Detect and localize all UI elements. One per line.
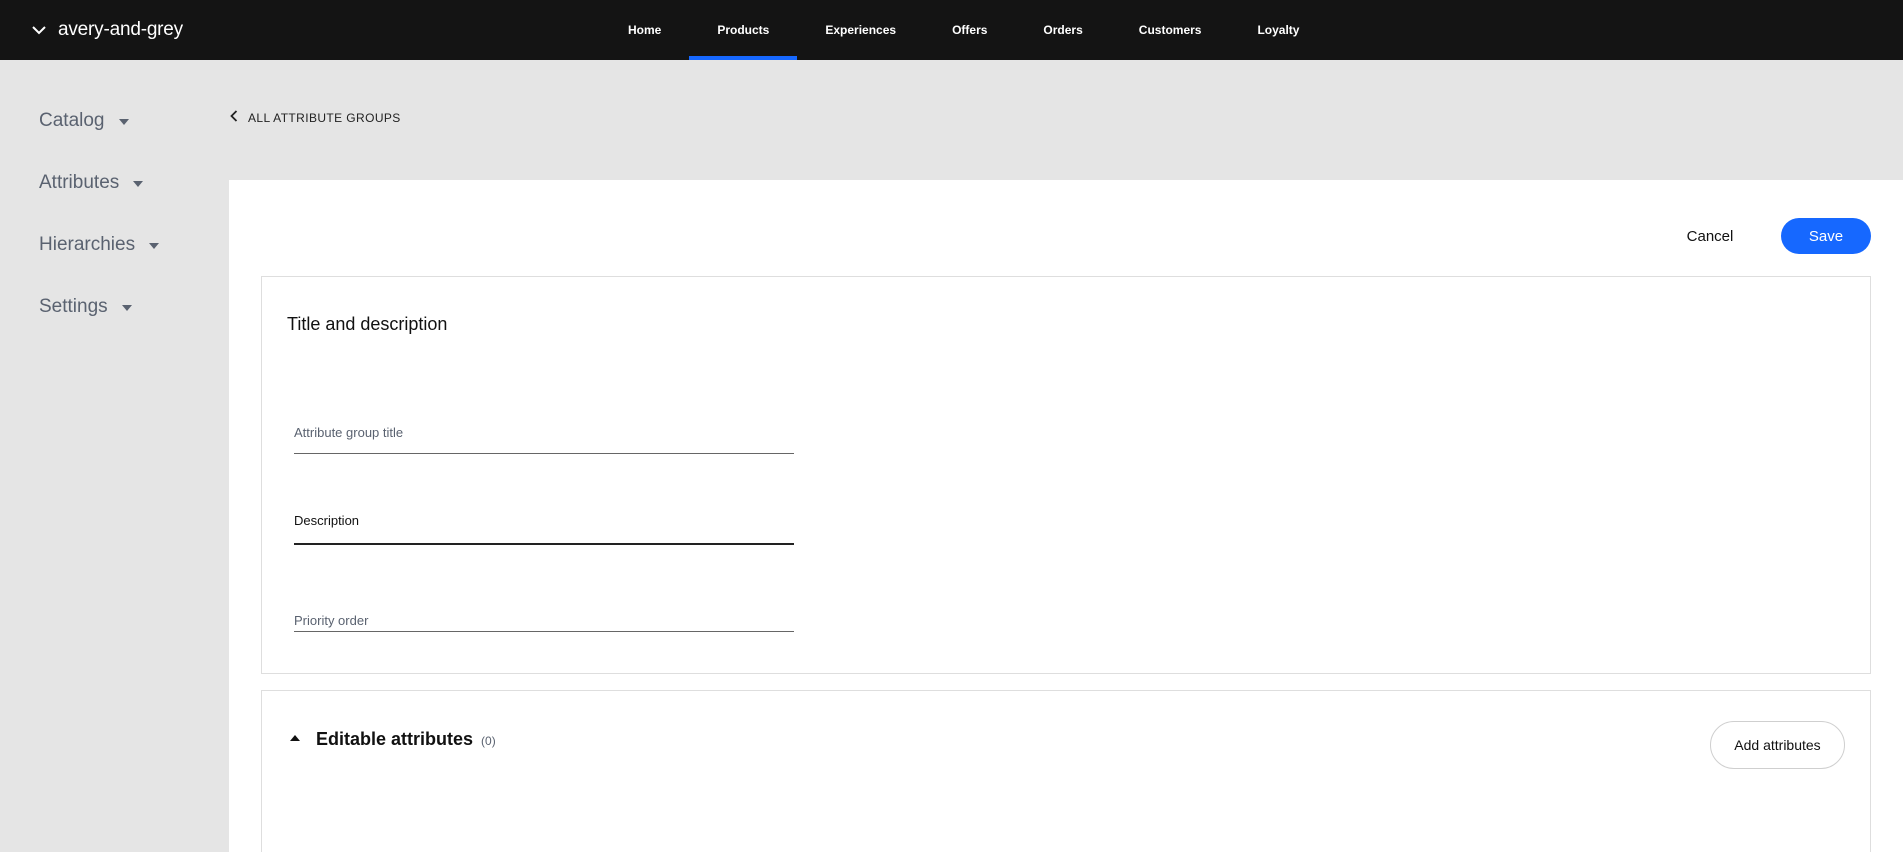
editable-attributes-toggle[interactable]: Editable attributes (0) bbox=[290, 729, 496, 750]
sidebar-item-catalog[interactable]: Catalog bbox=[39, 110, 129, 132]
nav-home[interactable]: Home bbox=[600, 0, 689, 60]
back-to-attribute-groups-link[interactable]: ALL ATTRIBUTE GROUPS bbox=[230, 110, 401, 125]
add-attributes-button[interactable]: Add attributes bbox=[1710, 721, 1845, 769]
field-label: Description bbox=[294, 513, 360, 528]
section-title: Title and description bbox=[287, 314, 448, 334]
field-label: Attribute group title bbox=[294, 425, 404, 440]
org-switcher[interactable]: avery-and-grey bbox=[30, 0, 183, 60]
nav-customers[interactable]: Customers bbox=[1111, 0, 1230, 60]
priority-order-field[interactable]: Priority order bbox=[294, 613, 794, 653]
nav-label: Loyalty bbox=[1257, 23, 1300, 37]
caret-up-icon bbox=[290, 735, 300, 741]
sidebar-item-settings[interactable]: Settings bbox=[39, 296, 132, 318]
sidebar-item-label: Catalog bbox=[39, 110, 105, 131]
top-navigation-bar: avery-and-grey Home Products Experiences… bbox=[0, 0, 1903, 60]
nav-label: Home bbox=[628, 23, 662, 37]
caret-down-icon bbox=[118, 119, 129, 125]
editable-attributes-card: Editable attributes (0) Add attributes bbox=[261, 690, 1871, 852]
field-underline bbox=[294, 543, 794, 545]
field-label: Priority order bbox=[294, 613, 369, 628]
chevron-left-icon bbox=[230, 110, 238, 125]
save-button[interactable]: Save bbox=[1781, 218, 1871, 254]
nav-label: Customers bbox=[1138, 23, 1202, 37]
nav-offers[interactable]: Offers bbox=[924, 0, 1015, 60]
sidebar-item-hierarchies[interactable]: Hierarchies bbox=[39, 234, 160, 256]
nav-orders[interactable]: Orders bbox=[1015, 0, 1110, 60]
description-field[interactable]: Description bbox=[294, 513, 794, 553]
chevron-down-icon bbox=[30, 21, 48, 39]
sidebar-item-label: Hierarchies bbox=[39, 234, 136, 255]
caret-down-icon bbox=[133, 181, 144, 187]
editable-attributes-count: (0) bbox=[481, 734, 496, 748]
sidebar-item-label: Attributes bbox=[39, 172, 120, 193]
nav-label: Orders bbox=[1043, 23, 1083, 37]
nav-experiences[interactable]: Experiences bbox=[797, 0, 924, 60]
main-nav: Home Products Experiences Offers Orders … bbox=[600, 0, 1327, 60]
caret-down-icon bbox=[149, 243, 160, 249]
attribute-group-title-field[interactable]: Attribute group title bbox=[294, 425, 794, 465]
sidebar-item-label: Settings bbox=[39, 296, 108, 317]
nav-label: Offers bbox=[952, 23, 988, 37]
caret-down-icon bbox=[121, 305, 132, 311]
cancel-button[interactable]: Cancel bbox=[1670, 220, 1750, 252]
field-underline bbox=[294, 453, 794, 454]
nav-products[interactable]: Products bbox=[689, 0, 798, 60]
sidebar-item-attributes[interactable]: Attributes bbox=[39, 172, 144, 194]
title-description-card: Title and description Attribute group ti… bbox=[261, 276, 1871, 674]
org-name: avery-and-grey bbox=[58, 19, 183, 40]
field-underline bbox=[294, 631, 794, 632]
sidebar: Catalog Attributes Hierarchies Settings bbox=[0, 60, 228, 852]
nav-loyalty[interactable]: Loyalty bbox=[1229, 0, 1327, 60]
nav-label: Experiences bbox=[825, 23, 897, 37]
back-link-label: ALL ATTRIBUTE GROUPS bbox=[248, 110, 401, 125]
editable-attributes-title: Editable attributes bbox=[316, 729, 474, 749]
nav-label: Products bbox=[717, 23, 770, 37]
